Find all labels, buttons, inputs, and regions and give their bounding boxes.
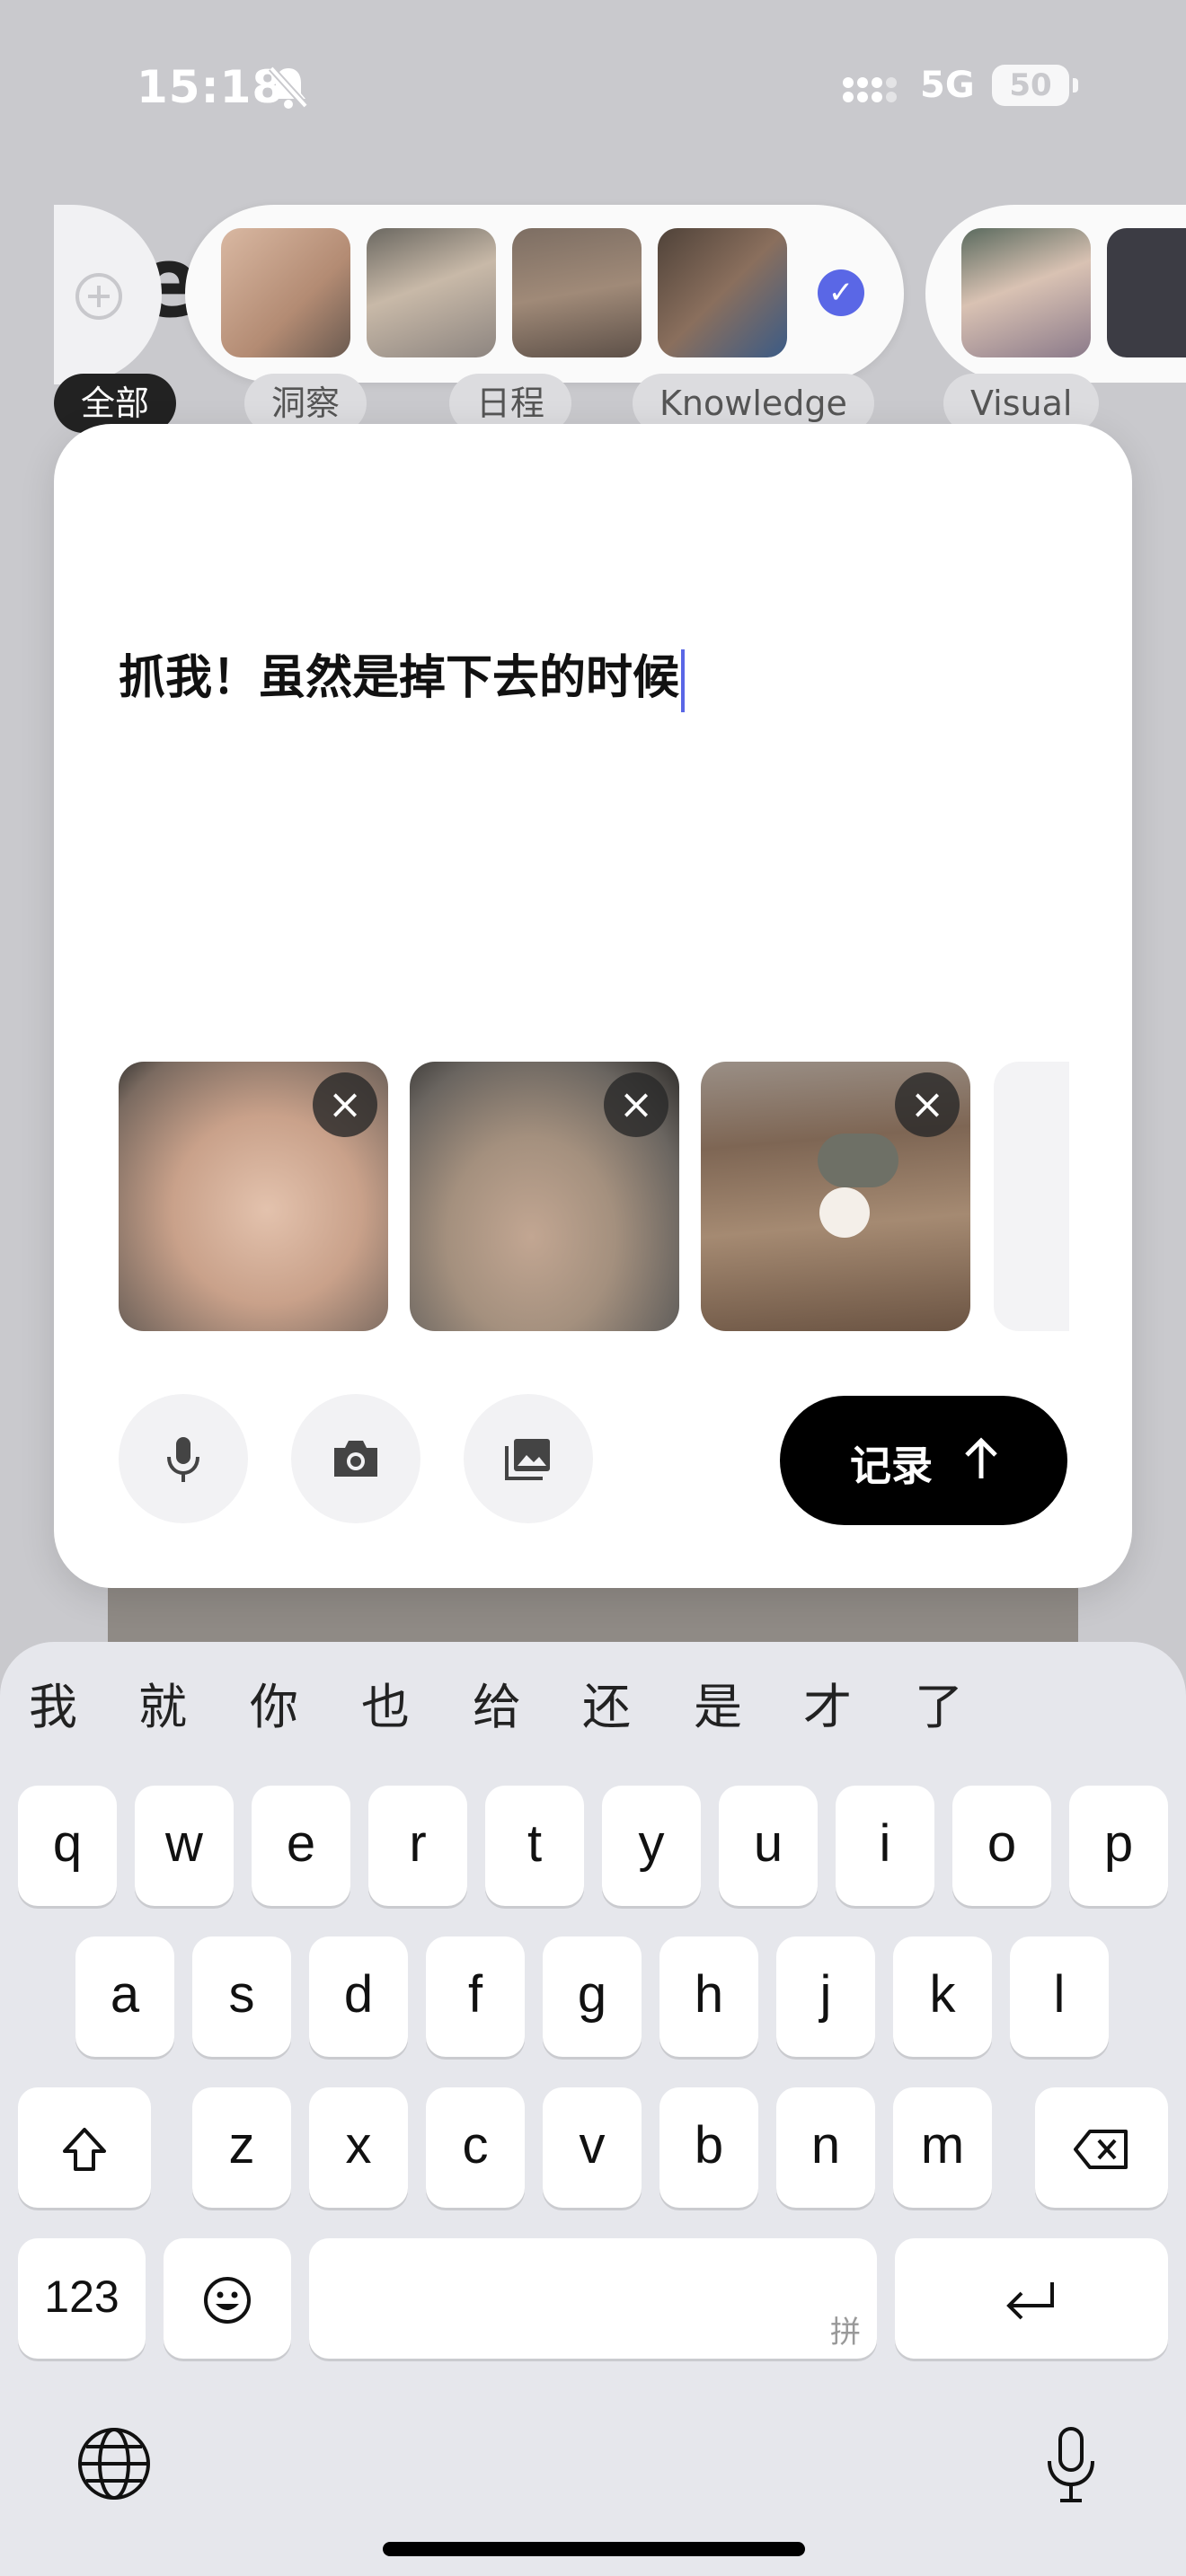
key-h[interactable]: h bbox=[659, 1936, 758, 2057]
key-i[interactable]: i bbox=[836, 1786, 934, 1906]
key-v[interactable]: v bbox=[543, 2087, 642, 2208]
remove-attachment-close-icon[interactable]: × bbox=[313, 1072, 377, 1137]
key-p[interactable]: p bbox=[1069, 1786, 1168, 1906]
network-type: 5G bbox=[920, 65, 975, 106]
group-photo-thumbnail bbox=[658, 228, 787, 357]
return-icon bbox=[1006, 2281, 1054, 2320]
group-photo-thumbnail bbox=[1107, 228, 1186, 357]
key-c[interactable]: c bbox=[426, 2087, 525, 2208]
remove-attachment-close-icon[interactable]: × bbox=[604, 1072, 668, 1137]
key-f[interactable]: f bbox=[426, 1936, 525, 2057]
signal-icon bbox=[843, 77, 897, 102]
key-t[interactable]: t bbox=[485, 1786, 584, 1906]
battery-indicator: 50 bbox=[992, 65, 1078, 106]
attachment-thumbnail[interactable]: × bbox=[119, 1062, 388, 1331]
attachment-placeholder bbox=[994, 1062, 1069, 1331]
category-tabs: 全部 洞察 日程 Knowledge Visual bbox=[0, 368, 1186, 433]
mic-icon bbox=[167, 1437, 199, 1482]
group-photo-thumbnail bbox=[961, 228, 1091, 357]
key-j[interactable]: j bbox=[776, 1936, 875, 2057]
key-u[interactable]: u bbox=[719, 1786, 818, 1906]
camera-button[interactable] bbox=[291, 1394, 420, 1523]
key-o[interactable]: o bbox=[952, 1786, 1051, 1906]
key-q[interactable]: q bbox=[18, 1786, 117, 1906]
key-w[interactable]: w bbox=[135, 1786, 234, 1906]
candidate-word[interactable]: 就 bbox=[138, 1667, 187, 1738]
key-b[interactable]: b bbox=[659, 2087, 758, 2208]
key-s[interactable]: s bbox=[192, 1936, 291, 2057]
photo-group[interactable] bbox=[925, 205, 1186, 383]
key-k[interactable]: k bbox=[893, 1936, 992, 2057]
shift-key[interactable] bbox=[18, 2087, 151, 2208]
camera-icon bbox=[334, 1441, 377, 1477]
key-l[interactable]: l bbox=[1010, 1936, 1109, 2057]
gallery-icon bbox=[505, 1439, 550, 1480]
candidate-word[interactable]: 是 bbox=[694, 1667, 742, 1738]
gallery-button[interactable] bbox=[464, 1394, 593, 1523]
shift-icon bbox=[63, 2127, 106, 2171]
key-r[interactable]: r bbox=[368, 1786, 467, 1906]
key-m[interactable]: m bbox=[893, 2087, 992, 2208]
keyboard: 我 就 你 也 给 还 是 才 了 q w e r t y u i o p a … bbox=[0, 1642, 1186, 2576]
space-key[interactable]: 拼 bbox=[309, 2238, 877, 2359]
key-g[interactable]: g bbox=[543, 1936, 642, 2057]
text-cursor bbox=[681, 649, 686, 712]
photo-group-selected[interactable]: ✓ bbox=[185, 205, 904, 383]
key-n[interactable]: n bbox=[776, 2087, 875, 2208]
mic-button[interactable] bbox=[119, 1394, 248, 1523]
emoji-key[interactable] bbox=[164, 2238, 291, 2359]
group-photo-thumbnail bbox=[512, 228, 642, 357]
remove-attachment-close-icon[interactable]: × bbox=[895, 1072, 960, 1137]
cat-bed-shape bbox=[818, 1134, 898, 1187]
key-d[interactable]: d bbox=[309, 1936, 408, 2057]
delete-icon bbox=[1074, 2129, 1128, 2169]
return-key[interactable] bbox=[895, 2238, 1168, 2359]
dictation-mic-icon[interactable] bbox=[1042, 2425, 1100, 2506]
key-e[interactable]: e bbox=[252, 1786, 350, 1906]
background-photo bbox=[108, 1588, 1078, 1642]
numbers-key[interactable]: 123 bbox=[18, 2238, 146, 2359]
attachment-thumbnail[interactable]: × bbox=[410, 1062, 679, 1331]
key-z[interactable]: z bbox=[192, 2087, 291, 2208]
globe-icon[interactable] bbox=[75, 2425, 153, 2502]
silent-bell-icon bbox=[269, 66, 308, 109]
space-hint: 拼 bbox=[830, 2316, 861, 2350]
candidate-word[interactable]: 你 bbox=[250, 1667, 298, 1738]
group-photo-thumbnail bbox=[221, 228, 350, 357]
candidate-word[interactable]: 给 bbox=[473, 1667, 521, 1738]
key-y[interactable]: y bbox=[602, 1786, 701, 1906]
candidate-word[interactable]: 了 bbox=[915, 1667, 963, 1738]
composer-text: 抓我！虽然是掉下去的时候 bbox=[119, 651, 680, 705]
status-bar: 15:18 5G 50 bbox=[0, 0, 1186, 171]
composer-card: 抓我！虽然是掉下去的时候 × × × 记录 bbox=[54, 424, 1132, 1588]
status-time: 15:18 bbox=[137, 61, 285, 113]
plus-circle-icon bbox=[75, 273, 122, 320]
record-button[interactable]: 记录 bbox=[780, 1396, 1067, 1525]
key-x[interactable]: x bbox=[309, 2087, 408, 2208]
candidate-word[interactable]: 还 bbox=[582, 1667, 631, 1738]
arrow-up-icon bbox=[965, 1437, 997, 1478]
delete-key[interactable] bbox=[1035, 2087, 1168, 2208]
home-indicator[interactable] bbox=[383, 2542, 805, 2556]
attachment-thumbnail[interactable]: × bbox=[701, 1062, 970, 1331]
record-label: 记录 bbox=[850, 1442, 933, 1490]
candidate-word[interactable]: 我 bbox=[29, 1667, 77, 1738]
composer-input[interactable]: 抓我！虽然是掉下去的时候 bbox=[119, 640, 686, 712]
emoji-icon bbox=[204, 2276, 251, 2324]
key-a[interactable]: a bbox=[75, 1936, 174, 2057]
group-photo-thumbnail bbox=[367, 228, 496, 357]
candidate-word[interactable]: 才 bbox=[803, 1667, 852, 1738]
checkmark-icon: ✓ bbox=[818, 269, 864, 316]
candidate-word[interactable]: 也 bbox=[361, 1667, 410, 1738]
kitten-shape bbox=[819, 1187, 870, 1238]
